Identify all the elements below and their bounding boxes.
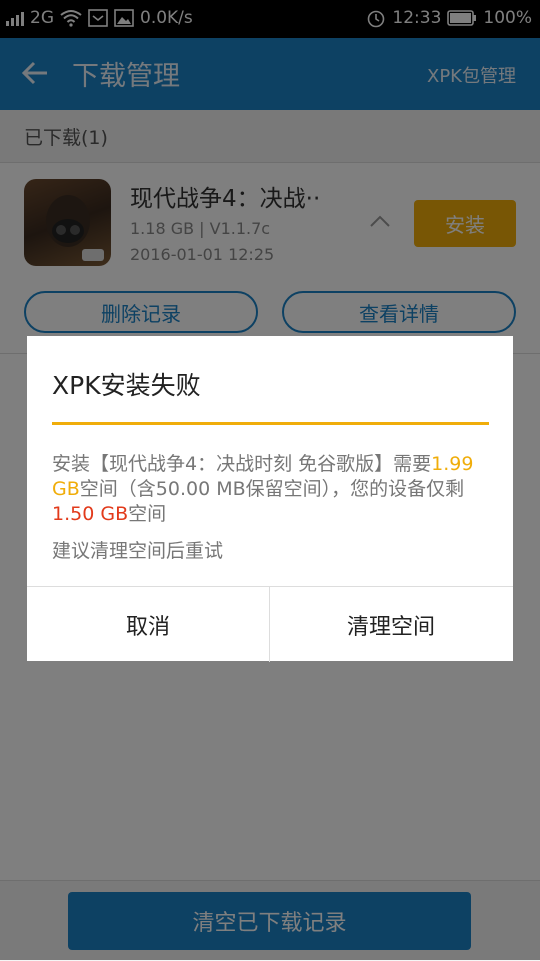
dialog-suggestion: 建议清理空间后重试 <box>52 540 224 562</box>
install-failed-dialog: XPK安装失败 安装【现代战争4：决战时刻 免谷歌版】需要1.99 GB空间（含… <box>27 336 513 662</box>
message-part-2: 空间（含50.00 MB保留空间），您的设备仅剩 <box>79 478 465 500</box>
remaining-size: 1.50 GB <box>52 503 129 525</box>
dialog-actions: 取消 清理空间 <box>27 586 513 662</box>
cancel-button[interactable]: 取消 <box>27 587 270 662</box>
message-part-3: 空间 <box>128 503 167 525</box>
dialog-divider <box>52 422 489 425</box>
dialog-message: 安装【现代战争4：决战时刻 免谷歌版】需要1.99 GB空间（含50.00 MB… <box>52 452 492 527</box>
clean-space-button[interactable]: 清理空间 <box>270 587 512 662</box>
dialog-title: XPK安装失败 <box>52 371 201 400</box>
message-part-1: 安装【现代战争4：决战时刻 免谷歌版】需要 <box>52 453 432 475</box>
